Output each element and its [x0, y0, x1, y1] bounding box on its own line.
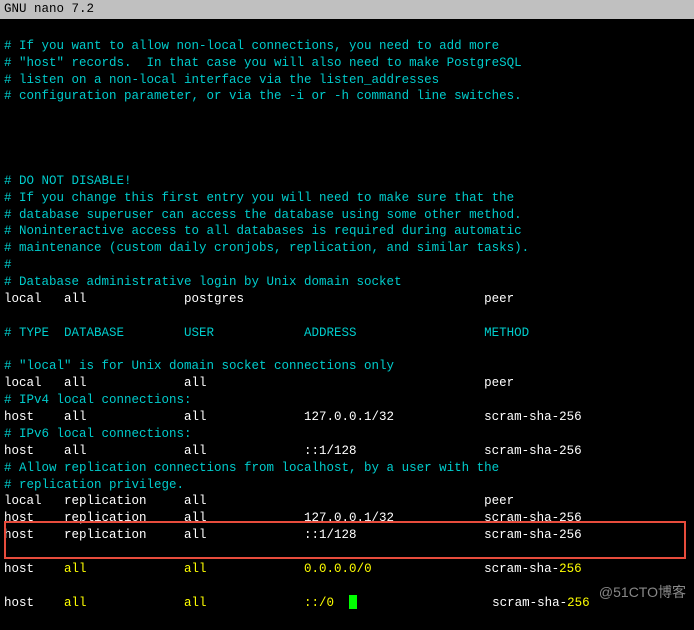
- comment-line: # "host" records. In that case you will …: [4, 55, 690, 72]
- config-line: local all postgres peer: [4, 291, 690, 308]
- comment-line: # If you change this first entry you wil…: [4, 190, 690, 207]
- comment-line: # replication privilege.: [4, 477, 690, 494]
- comment-line: [4, 156, 690, 173]
- config-line: host all all ::1/128 scram-sha-256: [4, 443, 690, 460]
- config-line-highlighted: host all all 0.0.0.0/0 scram-sha-256: [4, 561, 690, 578]
- comment-line: # IPv6 local connections:: [4, 426, 690, 443]
- comment-line: [4, 308, 690, 325]
- comment-line: [4, 139, 690, 156]
- watermark: @51CTO博客: [599, 583, 686, 602]
- comment-line: # TYPE DATABASE USER ADDRESS METHOD: [4, 325, 690, 342]
- comment-line: # database superuser can access the data…: [4, 207, 690, 224]
- comment-line: # Allow replication connections from loc…: [4, 460, 690, 477]
- comment-line: # listen on a non-local interface via th…: [4, 72, 690, 89]
- comment-line: # configuration parameter, or via the -i…: [4, 88, 690, 105]
- config-line: local all all peer: [4, 375, 690, 392]
- title-bar: GNU nano 7.2: [0, 0, 694, 19]
- comment-line: # Database administrative login by Unix …: [4, 274, 690, 291]
- comment-line: #: [4, 257, 690, 274]
- config-line-highlighted: host all all ::/0 scram-sha-256: [4, 595, 690, 612]
- comment-line: # DO NOT DISABLE!: [4, 173, 690, 190]
- comment-line: [4, 342, 690, 359]
- config-line: host replication all 127.0.0.1/32 scram-…: [4, 510, 690, 527]
- cursor-icon: [349, 595, 357, 609]
- comment-line: # IPv4 local connections:: [4, 392, 690, 409]
- comment-line: # "local" is for Unix domain socket conn…: [4, 358, 690, 375]
- comment-line: # Noninteractive access to all databases…: [4, 223, 690, 240]
- terminal-content[interactable]: # If you want to allow non-local connect…: [0, 19, 694, 630]
- comment-line: # If you want to allow non-local connect…: [4, 38, 690, 55]
- comment-line: [4, 122, 690, 139]
- config-line: local replication all peer: [4, 493, 690, 510]
- config-line: host all all 127.0.0.1/32 scram-sha-256: [4, 409, 690, 426]
- comment-line: [4, 105, 690, 122]
- comment-line: # maintenance (custom daily cronjobs, re…: [4, 240, 690, 257]
- config-line: host replication all ::1/128 scram-sha-2…: [4, 527, 690, 544]
